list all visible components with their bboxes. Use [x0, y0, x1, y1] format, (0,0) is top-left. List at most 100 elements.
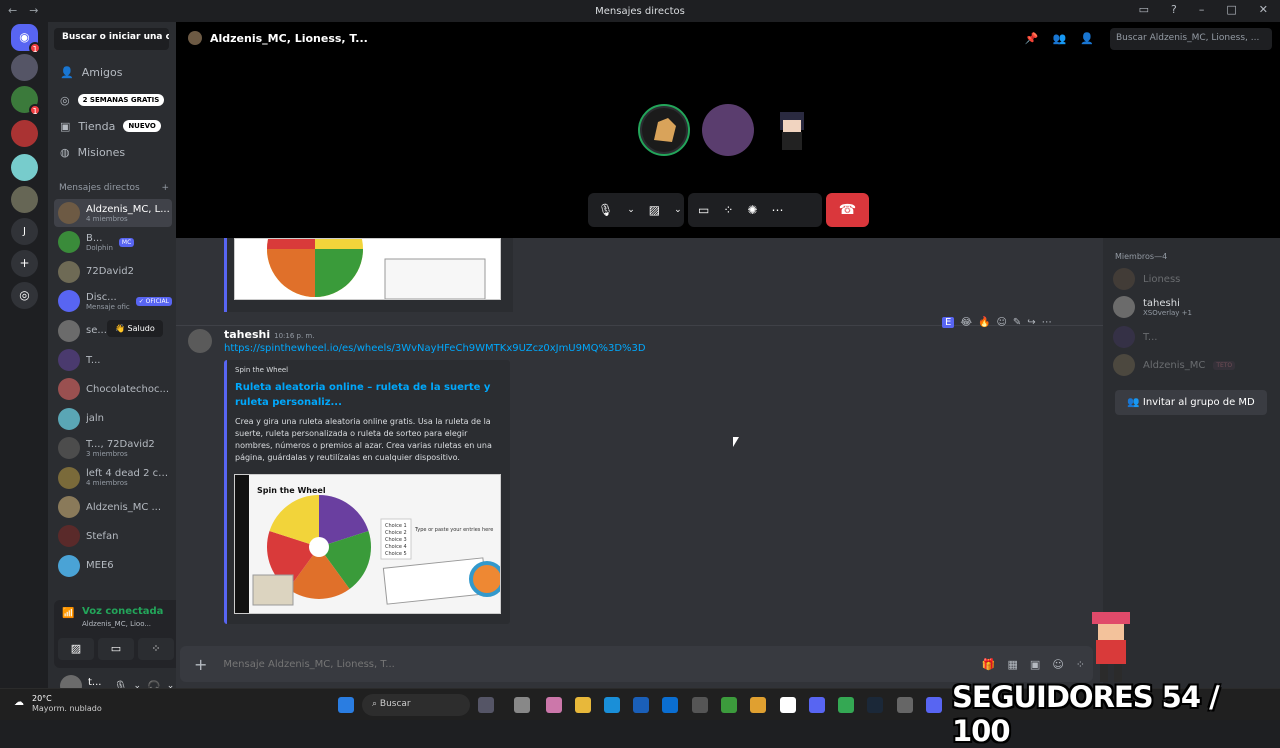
chrome-icon[interactable]: [838, 697, 854, 713]
add-friend-icon[interactable]: 👥: [1053, 32, 1067, 45]
members-icon[interactable]: 👤: [1080, 32, 1094, 45]
embed-provider[interactable]: Spin the Wheel: [235, 366, 288, 374]
taskbar-app-icon[interactable]: [478, 697, 494, 713]
dm-item[interactable]: left 4 dead 2 co... 4 miembros: [54, 464, 172, 492]
help-icon[interactable]: ?: [1171, 3, 1177, 16]
message-input[interactable]: [223, 658, 982, 670]
more-icon[interactable]: ⋯: [1042, 317, 1052, 328]
minecraft-icon[interactable]: [721, 697, 737, 713]
maximize-button[interactable]: □: [1226, 3, 1236, 16]
edge-icon[interactable]: [604, 697, 620, 713]
forward-icon[interactable]: ↪: [1027, 317, 1035, 328]
outlook-icon[interactable]: [662, 697, 678, 713]
dm-item[interactable]: Disc... Mensaje oficial de Di... ✓ OFICI…: [54, 287, 172, 315]
message-author[interactable]: taheshi 10:16 p. m.: [224, 328, 314, 341]
apps-icon[interactable]: ⁘: [1076, 658, 1085, 671]
invite-to-dm-button[interactable]: 👥 Invitar al grupo de MD: [1115, 390, 1267, 415]
avatar[interactable]: [188, 329, 212, 353]
server-icon[interactable]: [11, 154, 38, 181]
embed-title[interactable]: Ruleta aleatoria online – ruleta de la s…: [235, 380, 495, 410]
back-arrow-icon[interactable]: ←: [8, 4, 17, 17]
taskbar-search[interactable]: ⌕ Buscar: [362, 694, 470, 716]
store-icon[interactable]: [633, 697, 649, 713]
dm-item[interactable]: 72David2: [54, 258, 172, 286]
server-icon[interactable]: [11, 120, 38, 147]
activities-button[interactable]: ⁘: [138, 638, 174, 660]
participant-avatar[interactable]: [702, 104, 754, 156]
start-icon[interactable]: [338, 697, 354, 713]
participant-avatar[interactable]: [766, 104, 818, 156]
capcut-icon[interactable]: [780, 697, 796, 713]
hang-up-button[interactable]: ☎: [826, 193, 869, 227]
dm-item[interactable]: Chocolatechoc...: [54, 375, 172, 403]
add-dm-icon[interactable]: +: [161, 183, 169, 193]
mic-icon[interactable]: 🎙: [598, 203, 613, 217]
activities-icon[interactable]: ⁘: [723, 203, 733, 217]
embed-image[interactable]: Spin the Wheel Choice 1 Choice 2 Choice …: [234, 474, 501, 614]
member-item[interactable]: T...: [1113, 324, 1273, 350]
minimize-button[interactable]: –: [1199, 3, 1205, 16]
chevron-down-icon[interactable]: ⌄: [674, 205, 682, 215]
share-screen-icon[interactable]: ▭: [698, 203, 709, 217]
sticker-icon[interactable]: ▣: [1030, 658, 1040, 671]
dm-item[interactable]: Aldzenis_MC, L... 4 miembros: [54, 199, 172, 227]
discover-icon[interactable]: ◎: [11, 282, 38, 309]
reaction-fire-icon[interactable]: 🔥: [978, 317, 990, 328]
reaction-e-icon[interactable]: E: [942, 317, 955, 328]
weather-widget[interactable]: ☁ 20°C Mayorm. nublado: [14, 694, 102, 714]
shop-nav[interactable]: ▣ Tienda NUEVO: [54, 114, 172, 138]
dm-item[interactable]: T...: [54, 346, 172, 374]
edit-icon[interactable]: ✎: [1013, 317, 1021, 328]
chevron-down-icon[interactable]: ⌄: [627, 205, 635, 215]
discord-taskbar-icon[interactable]: [809, 697, 825, 713]
camera-off-button[interactable]: ▨: [58, 638, 94, 660]
share-screen-button[interactable]: ▭: [98, 638, 134, 660]
taskbar-app-icon[interactable]: [692, 697, 708, 713]
dm-item[interactable]: Aldzenis_MC ...: [54, 493, 172, 521]
nitro-nav[interactable]: ◎ 2 SEMANAS GRATIS: [54, 88, 172, 112]
voice-channel[interactable]: Aldzenis_MC, Lioo...: [82, 620, 151, 628]
server-icon[interactable]: 1: [11, 86, 41, 116]
add-server-icon[interactable]: +: [11, 250, 38, 277]
emoji-icon[interactable]: ☺: [1052, 658, 1063, 671]
attach-plus-icon[interactable]: +: [194, 655, 207, 674]
pin-icon[interactable]: 📌: [1025, 32, 1039, 45]
taskbar-app-icon[interactable]: [926, 697, 942, 713]
saludo-button[interactable]: 👋 Saludo: [107, 320, 163, 337]
copilot-icon[interactable]: [546, 697, 562, 713]
quests-nav[interactable]: ◍ Misiones: [54, 140, 172, 164]
reaction-laugh-icon[interactable]: 😂: [960, 317, 972, 328]
dm-item[interactable]: B... Dolphin MC: [54, 228, 172, 256]
obs-icon[interactable]: [897, 697, 913, 713]
server-icon[interactable]: J: [11, 218, 38, 245]
dm-item[interactable]: MEE6: [54, 552, 172, 580]
camera-off-icon[interactable]: ▨: [649, 203, 660, 217]
close-button[interactable]: ✕: [1259, 3, 1268, 16]
member-item[interactable]: taheshi XSOverlay +1: [1113, 294, 1273, 320]
discord-home-icon[interactable]: ◉ 1: [11, 24, 41, 54]
server-icon[interactable]: [11, 54, 38, 81]
gif-icon[interactable]: ▦: [1008, 658, 1018, 671]
soundboard-icon[interactable]: ✺: [747, 203, 757, 217]
search-input[interactable]: Buscar Aldzenis_MC, Lioness, ...: [1110, 28, 1272, 50]
previous-embed-image[interactable]: [234, 238, 501, 300]
gift-icon[interactable]: 🎁: [982, 658, 996, 671]
participant-avatar[interactable]: [638, 104, 690, 156]
forward-arrow-icon[interactable]: →: [29, 4, 38, 17]
member-item[interactable]: Lioness: [1113, 266, 1273, 292]
more-icon[interactable]: ⋯: [771, 203, 783, 217]
server-icon[interactable]: [11, 186, 38, 213]
add-reaction-icon[interactable]: ☺: [996, 317, 1006, 328]
dm-item[interactable]: T..., 72David2 3 miembros: [54, 434, 172, 462]
member-item[interactable]: Aldzenis_MC TETO: [1113, 352, 1273, 378]
inbox-icon[interactable]: ▭: [1139, 3, 1149, 16]
message-link[interactable]: https://spinthewheel.io/es/wheels/3WvNay…: [224, 343, 646, 354]
dm-item[interactable]: Stefan: [54, 522, 172, 550]
taskbar-app-icon[interactable]: [750, 697, 766, 713]
dm-item[interactable]: jaln: [54, 405, 172, 433]
file-explorer-icon[interactable]: [575, 697, 591, 713]
steam-icon[interactable]: [867, 697, 883, 713]
friends-nav[interactable]: 👤 Amigos: [54, 60, 172, 84]
dm-search-button[interactable]: Buscar o iniciar una co...: [54, 28, 169, 50]
task-view-icon[interactable]: [514, 697, 530, 713]
